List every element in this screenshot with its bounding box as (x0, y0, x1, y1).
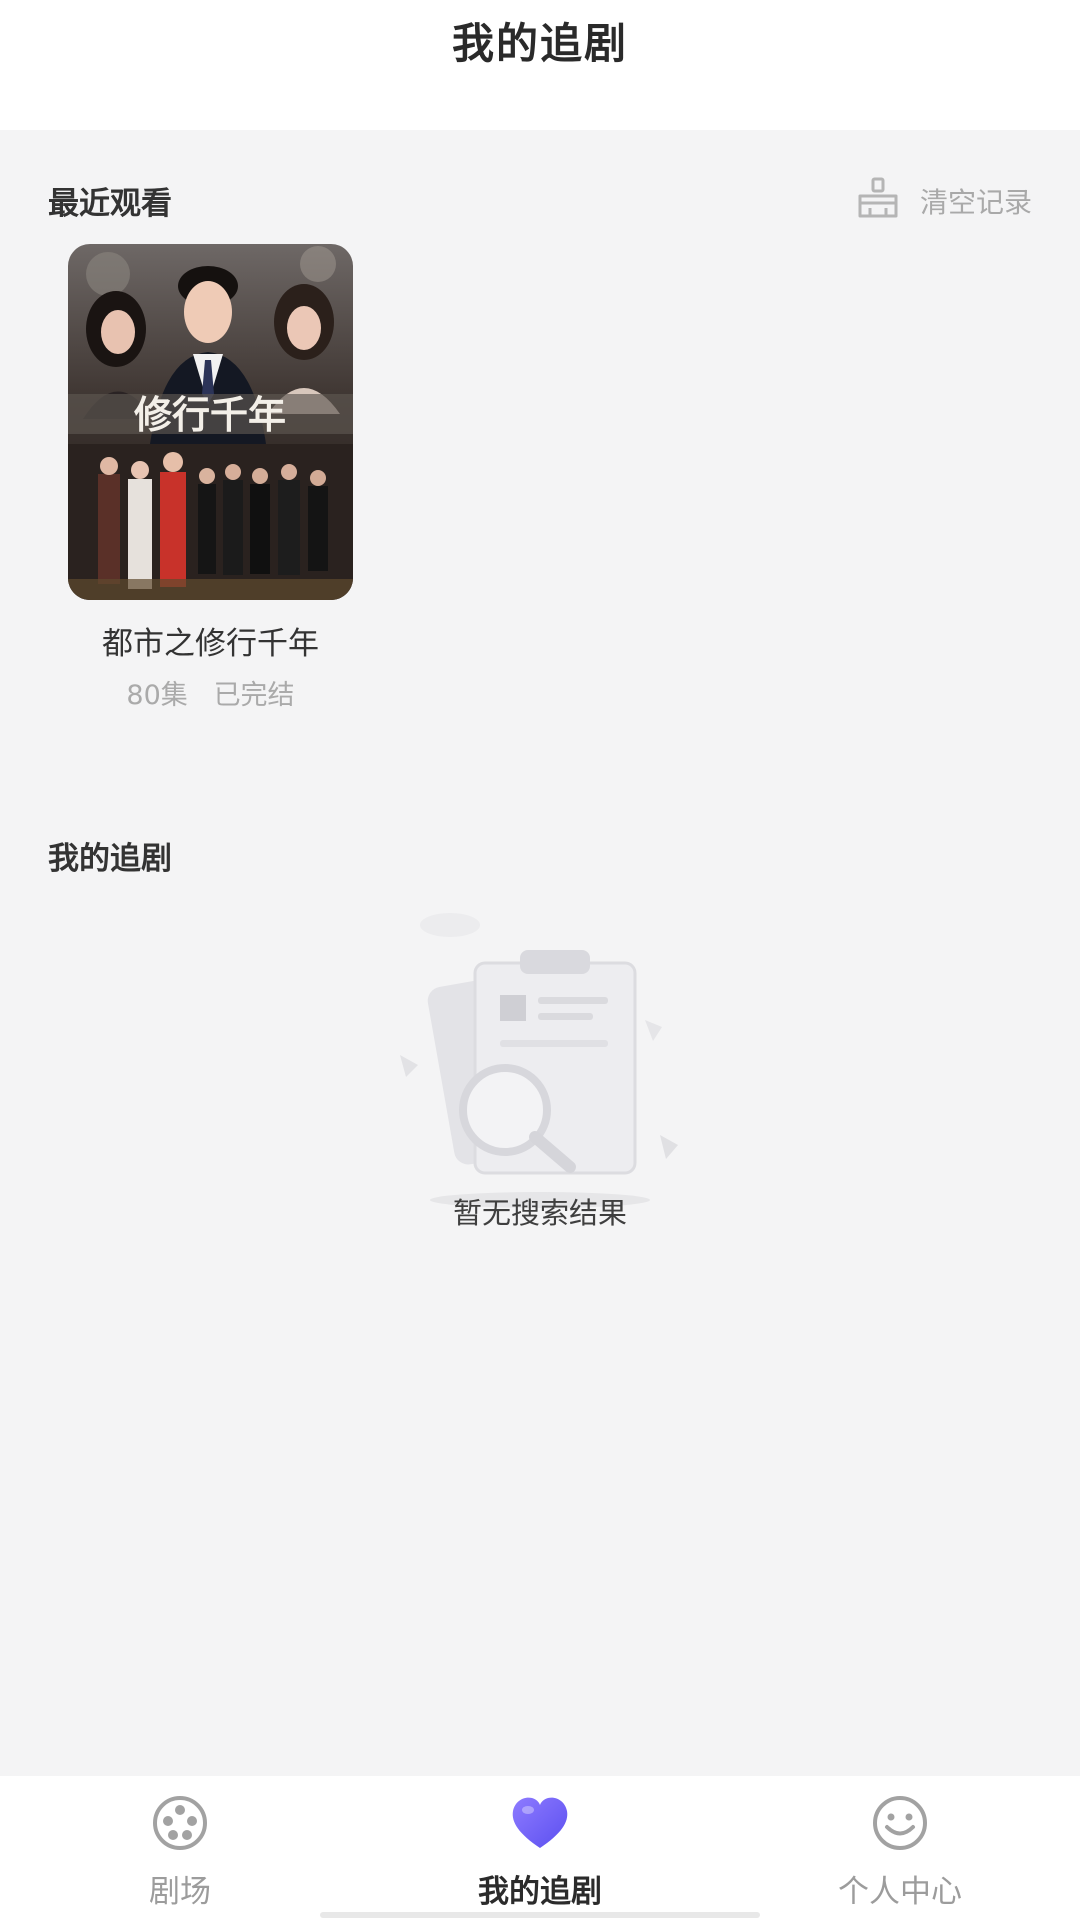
page-title: 我的追剧 (451, 19, 628, 68)
home-indicator (320, 1912, 760, 1918)
tab-theater-label: 剧场 (149, 1874, 211, 1910)
recent-drama-card[interactable]: 修行千年 都市之修行千年 80集 已完结 (68, 244, 353, 712)
clear-history-button[interactable]: 清空记录 (854, 176, 1032, 226)
tab-my-follow[interactable]: 我的追剧 (360, 1776, 720, 1920)
completion-status: 已完结 (213, 680, 295, 711)
tab-theater[interactable]: 剧场 (0, 1776, 360, 1920)
poster-title-text: 修行千年 (134, 393, 286, 437)
main-content: 最近观看 清空记录 修行千年 都市之修行千年 80集 已完结 我的追剧 暂无搜索… (0, 130, 1080, 1776)
bottom-tab-bar: 剧场 我的追剧 个人中心 (0, 1776, 1080, 1920)
tab-profile[interactable]: 个人中心 (720, 1776, 1080, 1920)
tab-my-follow-label: 我的追剧 (478, 1874, 602, 1910)
recent-section-title: 最近观看 (48, 186, 172, 222)
following-section-title: 我的追剧 (48, 841, 172, 877)
clear-history-label: 清空记录 (919, 186, 1032, 219)
empty-state-text: 暂无搜索结果 (452, 1196, 627, 1230)
empty-state-illustration (370, 875, 710, 1295)
drama-title[interactable]: 都市之修行千年 (68, 618, 353, 663)
episode-count: 80集 (126, 680, 188, 711)
tab-profile-label: 个人中心 (838, 1874, 962, 1910)
smiley-icon (869, 1794, 931, 1856)
drama-meta: 80集 已完结 (68, 673, 353, 712)
heart-icon (509, 1794, 571, 1856)
broom-icon (854, 176, 920, 227)
top-bar: 我的追剧 (0, 0, 1080, 130)
film-reel-icon (149, 1794, 211, 1856)
drama-poster[interactable]: 修行千年 (68, 244, 353, 600)
